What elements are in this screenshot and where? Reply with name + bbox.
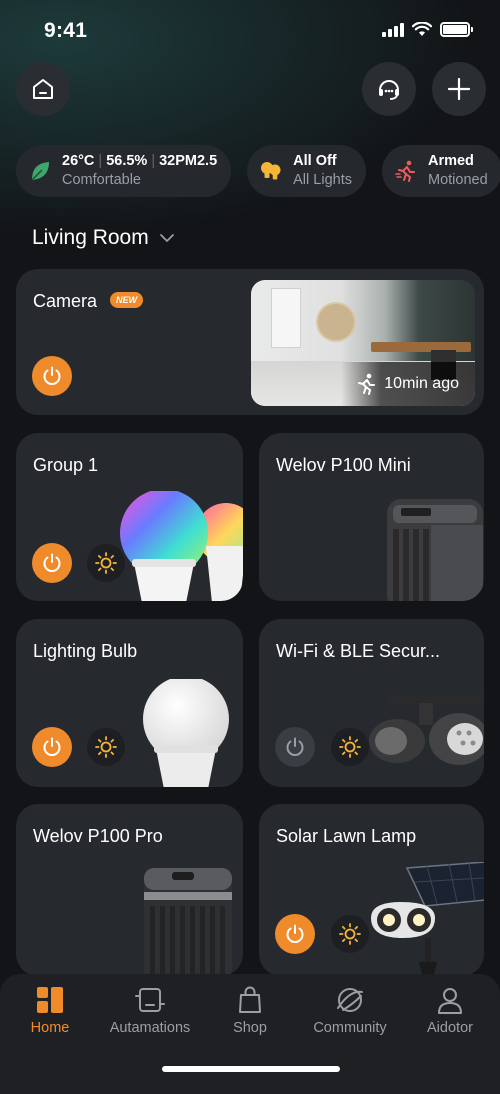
security-light-power-button[interactable] [275,727,315,767]
sun-icon [339,736,361,758]
new-badge: NEW [110,292,143,308]
bulbs-icon [259,159,283,183]
running-person-icon [394,159,418,183]
device-card-lighting-bulb[interactable]: Lighting Bulb [16,619,243,787]
lawn-lamp-power-button[interactable] [275,914,315,954]
power-icon [43,366,61,385]
device-title: Lighting Bulb [33,641,138,661]
headset-icon [379,80,399,100]
nav-shop[interactable]: Shop [200,986,300,1036]
lights-status: All Off [293,153,337,169]
nav-automations[interactable]: Autamations [100,986,200,1036]
security-light-image [369,693,484,765]
device-card-welov-p100-mini[interactable]: Welov P100 Mini [259,433,484,601]
nav-community-label: Community [313,1020,387,1036]
bottom-nav: Home Autamations Shop Community Aidotor [0,974,500,1094]
nav-automations-label: Autamations [109,1020,191,1036]
camera-title: Camera [33,291,98,311]
security-subtitle: Motioned [427,172,488,188]
home-switch-button[interactable] [16,62,70,116]
nav-community[interactable]: Community [300,986,400,1036]
power-icon [286,924,304,943]
security-light-brightness-button[interactable] [331,728,369,766]
device-title: Welov P100 Mini [276,455,411,475]
pm-value: 32PM2.5 [159,153,218,169]
device-card-group-1[interactable]: Group 1 [16,433,243,601]
device-title: Solar Lawn Lamp [276,826,417,846]
motion-event-time: 10min ago [384,375,459,392]
home-indicator[interactable] [162,1066,340,1072]
lights-subtitle: All Lights [293,172,352,188]
wifi-icon [412,22,432,36]
nav-home-label: Home [30,1020,70,1036]
house-icon [33,79,53,99]
summary-chips: 26°C | 56.5% | 32PM2.5 Comfortable All Off A… [16,145,500,197]
sun-icon [339,923,361,945]
motion-icon [358,373,376,395]
temperature-value: 26°C [62,153,95,169]
group-power-button[interactable] [32,543,72,583]
device-card-welov-p100-pro[interactable]: Welov P100 Pro [16,804,243,976]
chevron-down-icon [159,234,174,242]
bulb-brightness-button[interactable] [87,728,125,766]
environment-status: Comfortable [62,172,141,188]
device-title: Wi-Fi & BLE Secur... [276,641,441,661]
bulb-power-button[interactable] [32,727,72,767]
sun-icon [95,552,117,574]
lights-chip[interactable]: All Off All Lights [247,145,366,197]
nav-shop-label: Shop [233,1020,267,1036]
device-title: Group 1 [33,455,99,475]
motion-event-overlay: 10min ago [341,362,475,406]
nav-home[interactable]: Home [0,986,100,1036]
device-card-security-light[interactable]: Wi-Fi & BLE Secur... [259,619,484,787]
solar-lamp-image [371,862,484,976]
security-chip[interactable]: Armed Motioned [381,145,500,197]
sun-icon [95,736,117,758]
air-purifier-pro-image [144,868,232,976]
white-bulb-image [143,679,229,787]
camera-snapshot[interactable]: 10min ago [251,280,475,406]
lawn-lamp-brightness-button[interactable] [331,915,369,953]
status-icons [382,22,473,37]
device-title: Welov P100 Pro [33,826,163,846]
security-status: Armed [427,153,474,169]
automation-icon [135,988,165,1012]
status-time: 9:41 [44,19,88,42]
room-name: Living Room [32,226,149,249]
camera-card[interactable]: Camera NEW 10min ago [16,269,484,415]
power-icon [43,553,61,572]
air-purifier-mini-image [387,499,483,601]
power-icon [43,737,61,756]
power-icon [286,737,304,756]
group-brightness-button[interactable] [87,544,125,582]
planet-icon [337,988,363,1012]
support-button[interactable] [362,62,416,116]
plus-icon [447,77,471,101]
humidity-value: 56.5% [106,153,148,169]
rgb-bulbs-image [120,491,243,601]
shopping-bag-icon [239,986,261,1013]
nav-profile[interactable]: Aidotor [400,986,500,1036]
home-grid-icon [37,987,63,1013]
camera-power-button[interactable] [32,356,72,396]
nav-profile-label: Aidotor [427,1020,473,1036]
device-card-solar-lawn-lamp[interactable]: Solar Lawn Lamp [259,804,484,976]
add-device-button[interactable] [432,62,486,116]
status-bar: 9:41 [0,0,500,60]
environment-chip[interactable]: 26°C | 56.5% | 32PM2.5 Comfortable [16,145,232,197]
leaf-icon [28,159,52,183]
home-screen: 9:41 26°C | 56.5% | 32PM2.5 Comfortable … [0,0,500,1094]
room-selector[interactable]: Living Room [32,226,175,250]
battery-icon [440,22,473,37]
person-icon [438,988,462,1014]
cellular-signal-icon [382,22,404,37]
